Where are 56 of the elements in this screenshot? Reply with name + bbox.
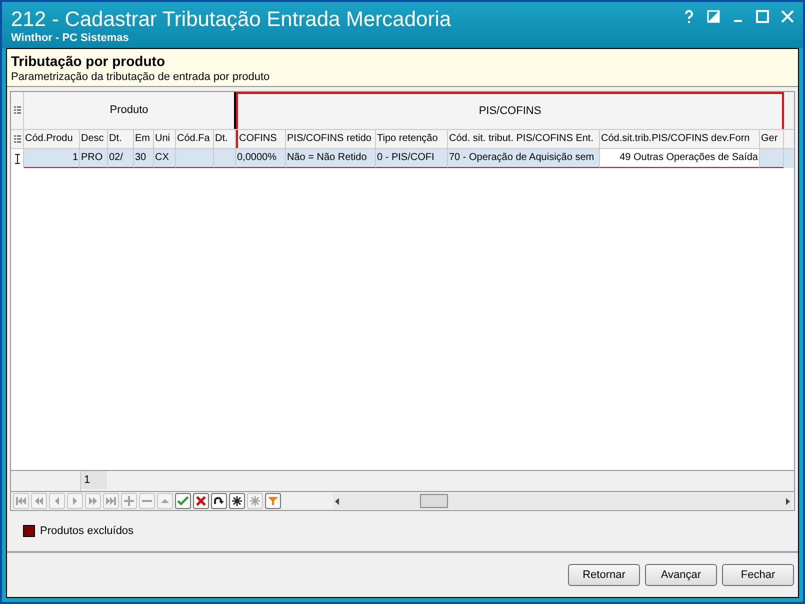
maximize-icon[interactable] (756, 10, 769, 23)
scrollbar-thumb[interactable] (420, 494, 448, 508)
legend-label: Produtos excluídos (40, 524, 134, 539)
column-header[interactable]: Em (134, 130, 154, 148)
column-header[interactable]: Ger (760, 130, 784, 148)
column-header[interactable]: PIS/COFINS retido (286, 130, 376, 148)
right-icon (785, 498, 790, 504)
table-cell: PRO (80, 149, 108, 168)
close-icon (195, 495, 207, 507)
table-cell: 70 - Operação de Aquisição sem (448, 149, 600, 168)
column-header[interactable]: Cód. sit. tribut. PIS/COFINS Ent. (448, 130, 600, 148)
panel-description: Parametrização da tributação de entrada por produto (11, 70, 271, 85)
check-icon (177, 495, 189, 507)
asterisk-icon (249, 495, 261, 507)
first-icon (15, 495, 27, 507)
window-title: 212 - Cadastrar Tributação Entrada Mercadoria (11, 8, 452, 32)
table-cell: 02/ (108, 149, 134, 168)
help-icon[interactable] (683, 10, 695, 24)
column-header[interactable]: Cód.sit.trib.PIS/COFINS dev.Forn (600, 130, 760, 148)
navigator-button[interactable] (211, 493, 227, 509)
double-right-icon (87, 495, 99, 507)
table-cell: 30 (134, 149, 154, 168)
table-cell: 0,0000% (236, 149, 286, 168)
asterisk-icon (231, 495, 243, 507)
navigator-button[interactable] (229, 493, 245, 509)
last-icon (105, 495, 117, 507)
redo-arrow-icon (213, 495, 225, 507)
panel-title: Tributação por produto (11, 52, 166, 70)
action-button[interactable]: Retornar (568, 564, 640, 586)
list-icon (14, 134, 20, 144)
column-header[interactable]: Dt. (214, 130, 236, 148)
table-cell: Não = Não Retido (286, 149, 376, 168)
table-cell: 1 (24, 149, 80, 168)
column-header[interactable]: Cód.Produ (24, 130, 80, 148)
left-icon (335, 498, 340, 504)
table-cell: 0 - PIS/COFI (376, 149, 448, 168)
double-left-icon (33, 495, 45, 507)
record-count: 1 (81, 471, 107, 489)
column-header[interactable]: Uni (154, 130, 176, 148)
text-cursor-icon (14, 154, 20, 164)
filter-icon (267, 495, 279, 507)
plus-icon (123, 495, 135, 507)
table-row[interactable]: 1 PRO 02/ 30 CX 0,0000% Não = Não Retido 0 - PIS/COFI 70 - Operação de Aquisição sem 49 Outras Operações de Saída (11, 149, 794, 168)
table-cell: 49 Outras Operações de Saída (600, 149, 760, 168)
table-cell: CX (154, 149, 176, 168)
action-button[interactable]: Avançar (645, 564, 717, 586)
column-header[interactable]: Tipo retenção (376, 130, 448, 148)
window-subtitle: Winthor - PC Sistemas (11, 32, 130, 45)
list-icon (14, 106, 20, 115)
column-header[interactable]: Dt. (108, 130, 134, 148)
horizontal-scrollbar[interactable] (333, 493, 792, 509)
column-header[interactable]: Cód.Fa (176, 130, 214, 148)
theme-icon[interactable] (707, 10, 720, 23)
column-header[interactable]: Desc (80, 130, 108, 148)
close-icon[interactable] (781, 10, 794, 23)
action-button[interactable]: Fechar (722, 564, 794, 586)
